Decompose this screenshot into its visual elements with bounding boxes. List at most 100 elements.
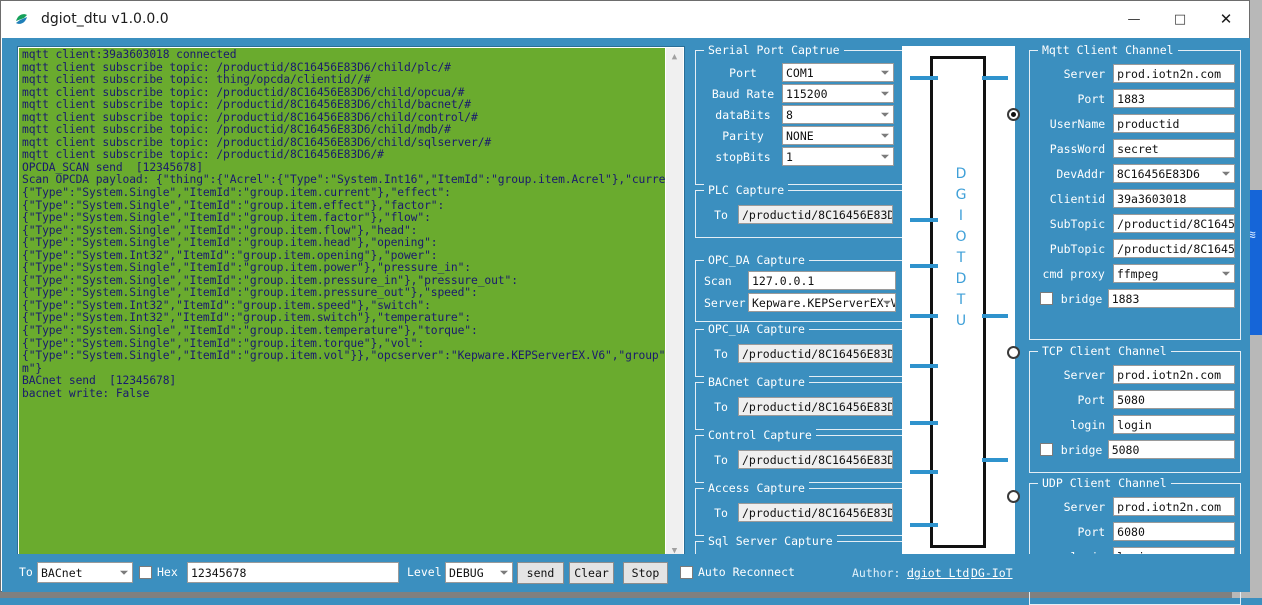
wire-right-udp — [982, 458, 1008, 462]
mqtt-cmdproxy-select[interactable]: ffmpeg — [1113, 264, 1235, 283]
node-mqtt[interactable] — [1007, 108, 1020, 121]
parity-select[interactable]: NONE — [782, 126, 894, 145]
parity-value: NONE — [786, 129, 814, 143]
databits-select[interactable]: 8 — [782, 105, 894, 124]
mqtt-server-input[interactable]: prod.iotn2n.com — [1113, 64, 1235, 83]
chevron-down-icon — [500, 570, 508, 574]
opcda-scan-input[interactable]: 127.0.0.1 — [748, 271, 896, 290]
wire-left-access — [910, 470, 938, 474]
opcda-server-select[interactable]: Kepware.KEPServerEX.V6 — [748, 293, 896, 312]
access-capture-title: Access Capture — [704, 481, 809, 495]
chevron-down-icon — [881, 154, 889, 158]
mqtt-username-input[interactable]: productid — [1113, 114, 1235, 133]
level-select[interactable]: DEBUG — [445, 562, 513, 583]
serial-port-title: Serial Port Captrue — [704, 43, 844, 57]
control-capture-group: Control Capture To /productid/8C16456E83… — [695, 435, 905, 483]
author-link-dgiot-iot[interactable]: DG-IoT — [971, 566, 1013, 580]
serial-port-label-0: Port — [704, 66, 782, 80]
mqtt-server-label: Server — [1038, 67, 1113, 81]
opcda-server-value: Kepware.KEPServerEX.V6 — [752, 296, 896, 310]
clear-button[interactable]: Clear — [569, 562, 614, 584]
mqtt-password-label: PassWord — [1038, 142, 1113, 156]
log-panel: mqtt client:39a3603018 connected mqtt cl… — [17, 46, 685, 559]
sql-capture-title: Sql Server Capture — [704, 534, 837, 548]
mqtt-pubtopic-input[interactable]: /productid/8C16456E83D — [1113, 239, 1235, 258]
access-to-label: To — [704, 506, 738, 520]
wire-left-plc — [910, 218, 938, 222]
mqtt-port-input[interactable]: 1883 — [1113, 89, 1235, 108]
chevron-down-icon — [881, 112, 889, 116]
mqtt-channel-group: Mqtt Client Channel Server prod.iotn2n.c… — [1029, 50, 1241, 340]
stop-button[interactable]: Stop — [623, 562, 668, 584]
access-to-input[interactable]: /productid/8C16456E83D6/chi — [738, 503, 893, 522]
bottom-to-label: To — [19, 565, 33, 579]
plc-to-label: To — [704, 208, 738, 222]
send-button[interactable]: send — [517, 562, 564, 584]
opcua-to-input[interactable]: /productid/8C16456E83D6/chi — [738, 344, 893, 363]
mqtt-devaddr-label: DevAddr — [1038, 167, 1113, 181]
minimize-button[interactable]: — — [1111, 1, 1157, 37]
tcp-port-input[interactable]: 5080 — [1113, 390, 1235, 409]
opcua-capture-title: OPC_UA Capture — [704, 322, 809, 336]
app-icon — [13, 10, 31, 28]
mqtt-devaddr-select[interactable]: 8C16456E83D6 — [1113, 164, 1235, 183]
node-udp[interactable] — [1007, 490, 1020, 503]
stopbits-select[interactable]: 1 — [782, 147, 894, 166]
baud-rate-select[interactable]: 115200 — [782, 84, 894, 103]
wire-left-opcua — [910, 314, 938, 318]
mqtt-clientid-input[interactable]: 39a3603018 — [1113, 189, 1235, 208]
bottom-to-select[interactable]: BACnet — [37, 562, 133, 583]
payload-input[interactable]: 12345678 — [187, 562, 399, 583]
chevron-down-icon — [881, 91, 889, 95]
scroll-up-icon[interactable]: ▲ — [666, 48, 683, 65]
hex-checkbox[interactable] — [139, 566, 152, 579]
mqtt-bridge-checkbox[interactable] — [1040, 292, 1053, 305]
plc-capture-title: PLC Capture — [704, 183, 788, 197]
access-capture-group: Access Capture To /productid/8C16456E83D… — [695, 488, 905, 536]
control-to-input[interactable]: /productid/8C16456E83D6/chi — [738, 450, 893, 469]
bacnet-to-input[interactable]: /productid/8C16456E83D6/chi — [738, 397, 893, 416]
window-controls: — □ ✕ — [1111, 1, 1249, 37]
log-scrollbar[interactable]: ▲ ▼ — [665, 48, 683, 559]
chevron-down-icon — [881, 133, 889, 137]
chevron-down-icon — [1222, 171, 1230, 175]
client-area: mqtt client:39a3603018 connected mqtt cl… — [2, 38, 1250, 592]
opcda-scan-label: Scan — [704, 274, 748, 288]
author-link-dgiot[interactable]: dgiot Ltd — [907, 566, 969, 580]
chevron-down-icon — [1222, 271, 1230, 275]
tcp-bridge-input[interactable]: 5080 — [1108, 440, 1235, 459]
background-window-icon: ≋ — [1248, 228, 1262, 268]
udp-server-input[interactable]: prod.iotn2n.com — [1113, 497, 1235, 516]
wire-right-mqtt — [982, 76, 1008, 80]
baud-rate-label: Baud Rate — [704, 87, 782, 101]
maximize-button[interactable]: □ — [1157, 1, 1203, 37]
tcp-server-input[interactable]: prod.iotn2n.com — [1113, 365, 1235, 384]
tcp-bridge-checkbox[interactable] — [1040, 443, 1053, 456]
udp-port-input[interactable]: 6080 — [1113, 522, 1235, 541]
mqtt-bridge-input[interactable]: 1883 — [1108, 289, 1235, 308]
log-output[interactable]: mqtt client:39a3603018 connected mqtt cl… — [19, 48, 667, 559]
mqtt-password-input[interactable]: secret — [1113, 139, 1235, 158]
auto-reconnect-checkbox[interactable] — [680, 566, 693, 579]
stopbits-label: stopBits — [704, 150, 782, 164]
wire-left-serial — [910, 76, 938, 80]
close-button[interactable]: ✕ — [1203, 1, 1249, 37]
tcp-port-label: Port — [1038, 393, 1113, 407]
plc-to-input[interactable]: /productid/8C16456E83D6/chi — [738, 205, 893, 224]
databits-label: dataBits — [704, 108, 782, 122]
level-label: Level — [407, 565, 442, 579]
tcp-channel-title: TCP Client Channel — [1038, 344, 1171, 358]
bacnet-capture-title: BACnet Capture — [704, 375, 809, 389]
mqtt-subtopic-input[interactable]: /productid/8C16456E83D — [1113, 214, 1235, 233]
opcda-capture-title: OPC_DA Capture — [704, 253, 809, 267]
udp-port-label: Port — [1038, 525, 1113, 539]
databits-value: 8 — [786, 108, 793, 122]
bottom-to-value: BACnet — [41, 566, 83, 580]
dtu-box: D G I O T D T U — [930, 56, 986, 548]
serial-port-select[interactable]: COM1 — [782, 63, 894, 82]
tcp-login-input[interactable]: login — [1113, 415, 1235, 434]
node-tcp[interactable] — [1007, 346, 1020, 359]
chevron-down-icon — [883, 300, 891, 304]
mqtt-clientid-label: Clientid — [1038, 192, 1113, 206]
parity-label: Parity — [704, 129, 782, 143]
